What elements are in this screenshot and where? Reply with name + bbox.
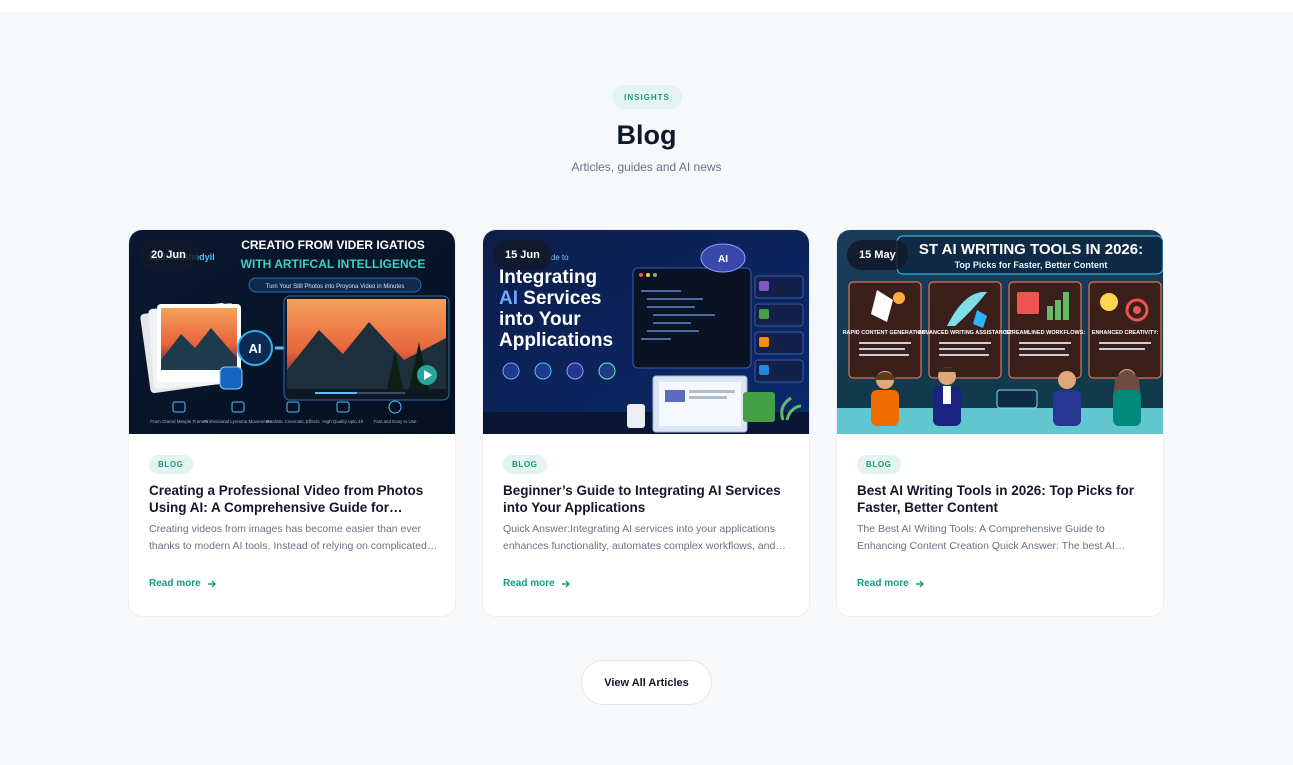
image-line-2: Services — [518, 288, 601, 309]
post-date: 20 Jun — [139, 240, 198, 270]
read-more-label: Read more — [149, 578, 201, 589]
read-more-link[interactable]: Read more — [857, 578, 925, 589]
code-window — [632, 267, 752, 369]
blog-card[interactable]: Dalil Al-Ahedyil CREATIO FROM VIDER IGAT… — [128, 229, 456, 617]
view-all-articles-button[interactable]: View All Articles — [581, 660, 712, 705]
cloud-ai-label: AI — [718, 254, 728, 265]
svg-text:AI Services: AI Services — [499, 288, 601, 309]
arrow-right-icon — [915, 580, 924, 587]
category-tag[interactable]: BLOG — [857, 455, 901, 474]
panel-title: STREAMLINED WORKFLOWS: — [1005, 330, 1086, 336]
panel-title: ENHANCED CREATIVITY: — [1092, 330, 1159, 336]
post-excerpt: Quick Answer:Integrating AI services int… — [503, 523, 776, 552]
section-title: Blog — [616, 120, 677, 150]
feature-label: Fram Oriend Mevple Frames — [150, 419, 208, 424]
section-subtitle: Articles, guides and AI news — [571, 160, 722, 174]
post-date: 15 Jun — [493, 240, 552, 270]
feature-label: Fast and Easy to Use — [373, 419, 417, 424]
read-more-link[interactable]: Read more — [503, 578, 571, 589]
image-strapline: Turn Your Still Photos into Proyona Vide… — [266, 284, 405, 290]
top-bar — [0, 0, 1293, 12]
blog-card[interactable]: ide to Integrating AI Services into Your… — [482, 229, 810, 617]
image-line-2-highlight: AI — [499, 288, 518, 309]
feature-label: High Quality upto 4K — [322, 419, 363, 424]
image-subhead: Top Picks for Faster, Better Content — [955, 260, 1108, 270]
panel-title: ADVANCED WRITING ASSISTANCE: — [918, 330, 1012, 336]
post-title[interactable]: Best AI Writing Tools in 2026: Top Picks… — [857, 482, 1149, 516]
image-line-3: into Your — [499, 309, 581, 330]
card-thumbnail[interactable]: ide to Integrating AI Services into Your… — [483, 230, 809, 434]
image-kicker: ide to — [549, 253, 569, 262]
card-thumbnail[interactable]: Dalil Al-Ahedyil CREATIO FROM VIDER IGAT… — [129, 230, 455, 434]
feature-label: Professianal Lyresma Movements — [204, 419, 272, 424]
insights-badge: INSIGHTS — [612, 85, 682, 109]
panel-title: RAPID CONTENT GENERATION: — [843, 330, 928, 336]
arrow-right-icon — [207, 580, 216, 587]
image-headline-1: CREATIO FROM VIDER IGATIOS — [241, 238, 425, 252]
read-more-link[interactable]: Read more — [149, 578, 217, 589]
post-excerpt: The Best AI Writing Tools: A Comprehensi… — [857, 523, 1115, 552]
photo-stack — [140, 302, 243, 394]
card-thumbnail[interactable]: ST AI WRITING TOOLS IN 2026: Top Picks f… — [837, 230, 1163, 434]
category-tag[interactable]: BLOG — [503, 455, 547, 474]
category-tag[interactable]: BLOG — [149, 455, 193, 474]
post-excerpt: Creating videos from images has become e… — [149, 523, 427, 552]
post-title[interactable]: Creating a Professional Video from Photo… — [149, 482, 441, 516]
read-more-label: Read more — [503, 578, 555, 589]
arrow-right-icon — [561, 580, 570, 587]
blog-card[interactable]: ST AI WRITING TOOLS IN 2026: Top Picks f… — [836, 229, 1164, 617]
image-line-1: Integrating — [499, 267, 597, 288]
feature-label: Realistic Cinematic Effects — [266, 419, 320, 424]
ai-circle-label: AI — [249, 341, 262, 356]
post-date: 15 May — [847, 240, 908, 270]
cloud-ai-icon: AI — [700, 243, 746, 273]
image-line-4: Applications — [499, 330, 613, 351]
image-headline-2: WITH ARTIFCAL INTELLIGENCE — [241, 257, 426, 271]
blog-section: INSIGHTS Blog Articles, guides and AI ne… — [0, 12, 1293, 765]
video-player-illustration — [283, 295, 450, 401]
post-title[interactable]: Beginner’s Guide to Integrating AI Servi… — [503, 482, 795, 516]
image-headline: ST AI WRITING TOOLS IN 2026: — [919, 241, 1143, 258]
read-more-label: Read more — [857, 578, 909, 589]
